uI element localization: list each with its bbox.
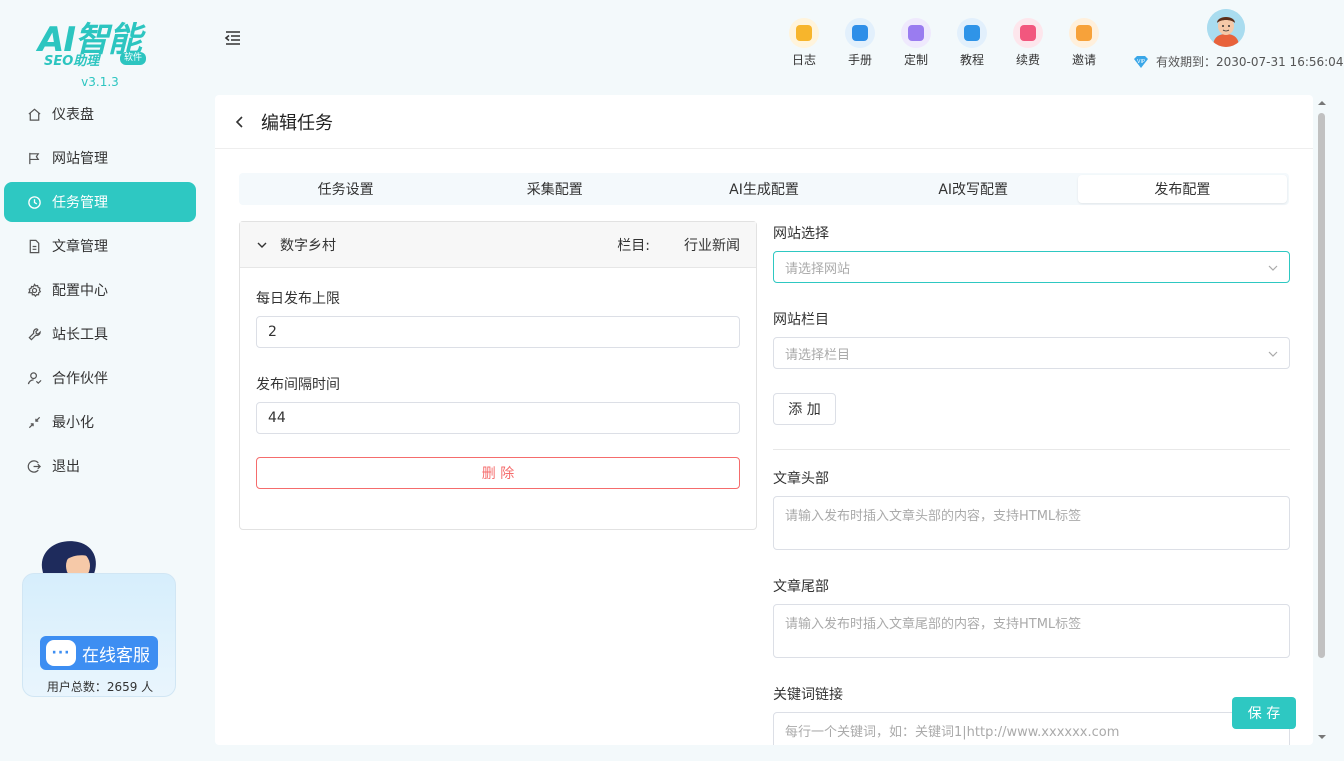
online-service-label: 在线客服 <box>82 645 150 666</box>
sidebar-item-partners[interactable]: 合作伙伴 <box>4 358 196 398</box>
collapse-sidebar-icon[interactable] <box>224 30 242 46</box>
tab-ai-rewrite-config[interactable]: AI改写配置 <box>869 175 1078 203</box>
expiry-text: 有效期到：2030-07-31 16:56:04 <box>1156 55 1344 69</box>
sidebar-item-logout[interactable]: 退出 <box>4 446 196 486</box>
daily-limit-input[interactable]: 2 <box>256 316 740 348</box>
column-label: 栏目: <box>617 237 650 254</box>
sidebar-menu: 仪表盘 网站管理 任务管理 文章管理 配置中心 站长工具 合作伙伴 最小化 退出 <box>4 94 196 490</box>
sidebar-item-label: 文章管理 <box>52 239 108 255</box>
interval-input[interactable]: 44 <box>256 402 740 434</box>
scroll-thumb[interactable] <box>1318 113 1325 658</box>
app-logo: AI智能 SEO助理 软件 <box>38 12 162 70</box>
logo-sub: SEO助理 <box>44 54 100 69</box>
site-publish-card: 数字乡村 栏目: 行业新闻 每日发布上限 2 发布间隔时间 44 删 除 <box>239 221 757 530</box>
sidebar-item-label: 配置中心 <box>52 283 108 299</box>
sidebar-item-label: 站长工具 <box>52 327 108 343</box>
site-name: 数字乡村 <box>280 237 336 254</box>
footer-content-label: 文章尾部 <box>773 579 829 595</box>
main-panel: 编辑任务 任务设置 采集配置 AI生成配置 AI改写配置 发布配置 数字乡村 栏… <box>215 95 1313 745</box>
column-value: 行业新闻 <box>684 237 740 254</box>
site-select[interactable]: 请选择网站 <box>773 251 1290 283</box>
sidebar-item-label: 合作伙伴 <box>52 371 108 387</box>
home-icon <box>26 106 42 122</box>
sidebar-item-tools[interactable]: 站长工具 <box>4 314 196 354</box>
app-version: v3.1.3 <box>81 75 119 89</box>
scroll-up-icon[interactable] <box>1318 99 1326 107</box>
toolbar-tutorial[interactable]: 教程 <box>944 18 1000 68</box>
service-card: ··· 在线客服 用户总数：2659 人 <box>22 573 176 697</box>
chevron-down-icon <box>1268 265 1278 271</box>
chevron-down-icon <box>257 242 267 248</box>
tab-ai-generate-config[interactable]: AI生成配置 <box>659 175 868 203</box>
sidebar-item-config[interactable]: 配置中心 <box>4 270 196 310</box>
config-tabs: 任务设置 采集配置 AI生成配置 AI改写配置 发布配置 <box>239 173 1289 205</box>
invite-icon <box>1069 18 1099 48</box>
expiry-info: VIP 有效期到：2030-07-31 16:56:04 <box>1132 53 1343 70</box>
save-button[interactable]: 保 存 <box>1232 697 1296 729</box>
footer-content-textarea[interactable]: 请输入发布时插入文章尾部的内容，支持HTML标签 <box>773 604 1290 658</box>
tab-task-settings[interactable]: 任务设置 <box>241 175 450 203</box>
sidebar-item-sites[interactable]: 网站管理 <box>4 138 196 178</box>
toolbar-renew[interactable]: 续费 <box>1000 18 1056 68</box>
chevron-down-icon <box>1268 351 1278 357</box>
divider <box>773 449 1290 450</box>
sidebar-item-label: 任务管理 <box>52 195 108 211</box>
log-icon <box>789 18 819 48</box>
user-icon <box>26 370 42 386</box>
site-select-label: 网站选择 <box>773 226 829 242</box>
tutorial-icon <box>957 18 987 48</box>
sidebar-item-dashboard[interactable]: 仪表盘 <box>4 94 196 134</box>
header-content-label: 文章头部 <box>773 471 829 487</box>
daily-limit-label: 每日发布上限 <box>256 291 340 307</box>
keyword-link-textarea[interactable]: 每行一个关键词，如：关键词1|http://www.xxxxxx.com <box>773 712 1290 745</box>
delete-button[interactable]: 删 除 <box>256 457 740 489</box>
wrench-icon <box>26 326 42 342</box>
chat-bubble-icon: ··· <box>46 640 76 666</box>
tab-collect-config[interactable]: 采集配置 <box>450 175 659 203</box>
avatar[interactable] <box>1207 9 1245 47</box>
toolbar-log[interactable]: 日志 <box>776 18 832 68</box>
sidebar: AI智能 SEO助理 软件 v3.1.3 仪表盘 网站管理 任务管理 文章管理 … <box>0 0 200 761</box>
site-card-header[interactable]: 数字乡村 栏目: 行业新闻 <box>240 222 756 268</box>
gear-icon <box>26 282 42 298</box>
scroll-down-icon[interactable] <box>1318 733 1326 741</box>
svg-text:VIP: VIP <box>1137 59 1145 65</box>
renew-icon <box>1013 18 1043 48</box>
custom-icon <box>901 18 931 48</box>
logout-icon <box>26 458 42 474</box>
header-toolbar: 日志 手册 定制 教程 续费 邀请 <box>776 18 1112 68</box>
column-select[interactable]: 请选择栏目 <box>773 337 1290 369</box>
tab-publish-config[interactable]: 发布配置 <box>1077 175 1288 203</box>
sidebar-item-label: 网站管理 <box>52 151 108 167</box>
logo-badge: 软件 <box>120 52 147 65</box>
shrink-icon <box>26 414 42 430</box>
sidebar-item-minimize[interactable]: 最小化 <box>4 402 196 442</box>
toolbar-invite[interactable]: 邀请 <box>1056 18 1112 68</box>
add-button[interactable]: 添 加 <box>773 393 836 425</box>
document-icon <box>26 238 42 254</box>
sidebar-item-tasks[interactable]: 任务管理 <box>4 182 196 222</box>
toolbar-manual[interactable]: 手册 <box>832 18 888 68</box>
back-arrow-icon[interactable] <box>233 115 247 129</box>
column-select-placeholder: 请选择栏目 <box>785 347 851 363</box>
toolbar-custom[interactable]: 定制 <box>888 18 944 68</box>
clock-icon <box>26 194 42 210</box>
online-service-button[interactable]: ··· 在线客服 <box>40 636 158 670</box>
header-content-textarea[interactable]: 请输入发布时插入文章头部的内容，支持HTML标签 <box>773 496 1290 550</box>
page-title: 编辑任务 <box>261 112 333 134</box>
manual-icon <box>845 18 875 48</box>
sidebar-item-articles[interactable]: 文章管理 <box>4 226 196 266</box>
user-count: 用户总数：2659 人 <box>46 680 154 694</box>
page-header: 编辑任务 <box>215 95 1313 149</box>
sidebar-item-label: 仪表盘 <box>52 107 94 123</box>
keyword-link-label: 关键词链接 <box>773 687 843 703</box>
column-select-label: 网站栏目 <box>773 312 829 328</box>
sidebar-item-label: 退出 <box>52 459 80 475</box>
vip-diamond-icon: VIP <box>1134 55 1148 68</box>
site-select-placeholder: 请选择网站 <box>785 261 851 277</box>
flag-icon <box>26 150 42 166</box>
sidebar-item-label: 最小化 <box>52 415 94 431</box>
scrollbar[interactable] <box>1316 97 1328 745</box>
interval-label: 发布间隔时间 <box>256 377 340 393</box>
